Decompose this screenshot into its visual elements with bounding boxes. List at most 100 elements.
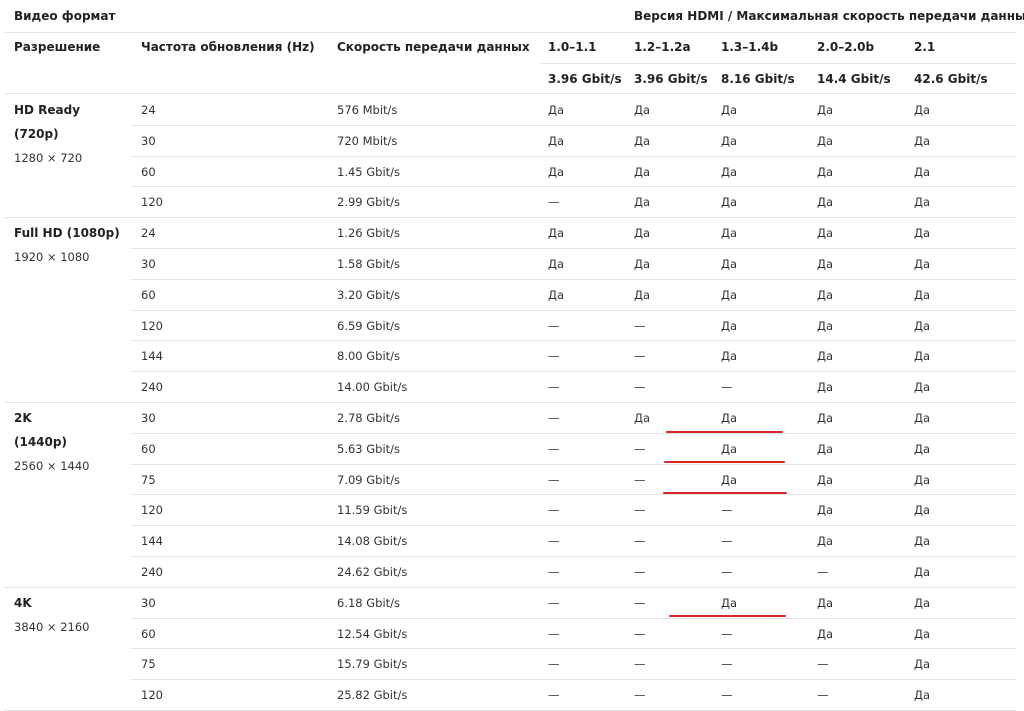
support-cell: Да (721, 257, 738, 271)
support-cell: — (548, 195, 560, 210)
support-cell: Да (721, 195, 738, 210)
row-divider (131, 340, 1016, 341)
support-cell: Да (721, 349, 738, 364)
data-rate-cell: 24.62 Gbit/s (337, 565, 408, 579)
support-cell: Да (817, 103, 834, 117)
support-cell: — (634, 534, 646, 549)
support-cell: Да (817, 226, 834, 241)
format-resolution: 3840 × 2160 (14, 619, 90, 634)
hdmi-version-label: 1.3–1.4b (721, 40, 779, 54)
data-rate-cell: 1.58 Gbit/s (337, 257, 401, 271)
support-cell: Да (914, 133, 931, 148)
data-rate-cell: 6.18 Gbit/s (337, 595, 401, 610)
data-rate-cell: 8.00 Gbit/s (337, 349, 401, 364)
support-cell: — (721, 565, 733, 579)
hdmi-max-rate-label: 3.96 Gbit/s (634, 72, 708, 86)
format-name: 4K (14, 595, 32, 610)
row-divider (4, 217, 1016, 218)
row-divider (131, 494, 1016, 495)
support-cell: — (634, 595, 646, 610)
data-rate-cell: 720 Mbit/s (337, 133, 398, 148)
support-cell: Да (721, 103, 738, 117)
hdmi-max-rate-label: 42.6 Gbit/s (914, 72, 988, 86)
support-cell: Да (548, 133, 565, 148)
support-cell: — (634, 472, 646, 487)
row-divider (131, 186, 1016, 187)
support-cell: Да (914, 565, 931, 579)
support-cell: — (634, 380, 646, 395)
support-cell: Да (817, 595, 834, 610)
support-cell: Да (914, 257, 931, 271)
data-rate-cell: 14.08 Gbit/s (337, 534, 408, 549)
hdmi-max-rate-label: 8.16 Gbit/s (721, 72, 795, 86)
support-cell: Да (914, 688, 931, 703)
data-rate-cell: 15.79 Gbit/s (337, 657, 408, 672)
support-cell: Да (634, 103, 651, 117)
support-cell: Да (914, 164, 931, 179)
support-cell: Да (914, 595, 931, 610)
data-rate-cell: 2.99 Gbit/s (337, 195, 401, 210)
support-cell: Да (721, 164, 738, 179)
support-cell: Да (721, 133, 738, 148)
support-cell: Да (817, 318, 834, 333)
row-divider (131, 648, 1016, 649)
support-cell: — (548, 534, 560, 549)
support-cell: Да (914, 626, 931, 641)
support-cell: — (548, 626, 560, 641)
row-divider (4, 587, 1016, 588)
support-cell: Да (817, 411, 834, 425)
support-cell: Да (914, 287, 931, 302)
data-rate-cell: 25.82 Gbit/s (337, 688, 408, 703)
support-cell: — (721, 534, 733, 549)
support-cell: — (634, 657, 646, 672)
support-cell: — (721, 626, 733, 641)
support-cell: Да (914, 380, 931, 395)
support-cell: Да (914, 195, 931, 210)
row-divider (4, 402, 1016, 403)
row-divider (131, 125, 1016, 126)
support-cell: Да (634, 195, 651, 210)
refresh-rate-cell: 60 (141, 626, 156, 641)
support-cell: Да (914, 318, 931, 333)
support-cell: — (548, 349, 560, 364)
support-cell: — (634, 318, 646, 333)
support-cell: Да (817, 287, 834, 302)
support-cell: Да (721, 411, 738, 425)
support-cell: — (721, 380, 733, 395)
support-cell: — (548, 657, 560, 672)
header-bottom-divider (4, 93, 1016, 94)
row-divider (131, 371, 1016, 372)
support-cell: Да (548, 226, 565, 241)
refresh-rate-cell: 30 (141, 257, 156, 271)
support-cell: Да (721, 441, 738, 456)
version-divider (540, 63, 1016, 64)
support-cell: Да (634, 164, 651, 179)
support-cell: — (548, 380, 560, 395)
refresh-rate-cell: 24 (141, 226, 156, 241)
refresh-rate-cell: 60 (141, 441, 156, 456)
refresh-rate-cell: 120 (141, 195, 163, 210)
refresh-rate-cell: 60 (141, 164, 156, 179)
support-cell: Да (721, 318, 738, 333)
support-cell: Да (817, 534, 834, 549)
support-cell: — (548, 688, 560, 703)
support-cell: — (548, 411, 560, 425)
refresh-rate-cell: 60 (141, 287, 156, 302)
refresh-rate-cell: 30 (141, 133, 156, 148)
format-name: Full HD (1080p) (14, 226, 120, 241)
video-format-header: Видео формат (14, 9, 116, 23)
format-resolution: 1920 × 1080 (14, 250, 90, 265)
support-cell: Да (721, 472, 738, 487)
refresh-rate-cell: 75 (141, 657, 156, 672)
support-cell: — (548, 318, 560, 333)
support-cell: Да (817, 380, 834, 395)
support-cell: — (634, 503, 646, 518)
support-cell: — (634, 688, 646, 703)
data-rate-cell: 5.63 Gbit/s (337, 441, 401, 456)
support-cell: Да (634, 411, 651, 425)
data-rate-cell: 576 Mbit/s (337, 103, 398, 117)
refresh-rate-cell: 24 (141, 103, 156, 117)
data-rate-cell: 11.59 Gbit/s (337, 503, 408, 518)
hdmi-version-label: 2.0–2.0b (817, 40, 875, 54)
format-subname: (1440p) (14, 435, 67, 449)
